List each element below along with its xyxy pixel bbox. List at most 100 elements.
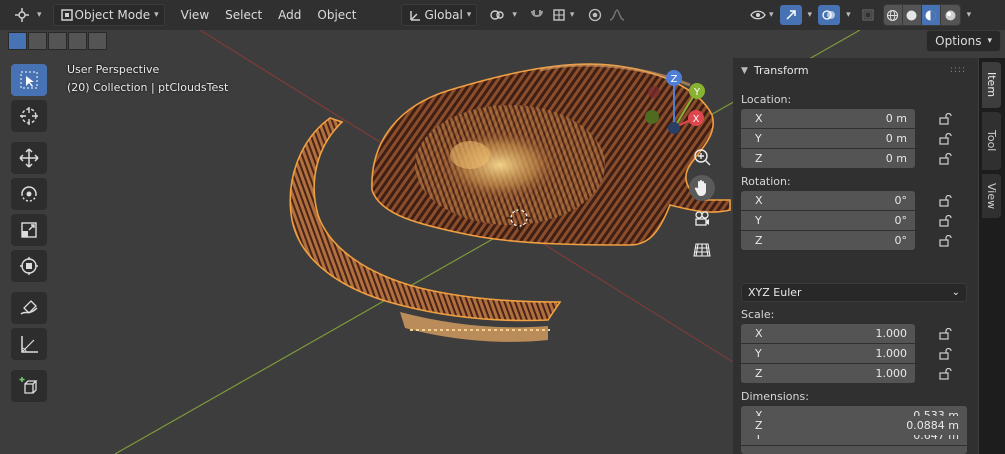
mode-select[interactable]: Object Mode ▾ (52, 4, 165, 26)
menu-add[interactable]: Add (270, 8, 309, 22)
editor-type-button[interactable]: ▾ (6, 4, 47, 26)
add-cube-tool[interactable] (11, 370, 47, 402)
measure-tool[interactable] (11, 328, 47, 360)
axis-label: Y (755, 214, 762, 227)
dimensions-z-field[interactable] (741, 446, 967, 454)
move-arrows-icon (19, 148, 39, 168)
orientation-icon (407, 5, 425, 25)
visibility-icon[interactable] (747, 5, 769, 25)
chevron-down-icon[interactable]: ▾ (967, 10, 972, 20)
wireframe-shading-icon[interactable] (883, 5, 903, 25)
lock-icon[interactable] (938, 214, 954, 228)
lock-icon[interactable] (938, 132, 954, 146)
pivot-icon (486, 5, 508, 25)
transform-title: Transform (753, 64, 809, 77)
dimensions-label: Dimensions: (741, 390, 809, 403)
snap-toggle-icon[interactable] (526, 5, 548, 25)
rotation-x-field[interactable]: X 0° (741, 191, 915, 210)
axis-label: X (755, 327, 763, 340)
menu-object[interactable]: Object (309, 8, 364, 22)
select-new-icon[interactable] (8, 32, 27, 50)
scale-y-field[interactable]: Y 1.000 (741, 344, 915, 363)
transform-tool[interactable] (11, 250, 47, 282)
lock-icon[interactable] (938, 347, 954, 361)
select-subtract-icon[interactable] (48, 32, 67, 50)
xray-toggle-icon[interactable] (857, 5, 879, 25)
scale-tool[interactable] (11, 214, 47, 246)
lock-icon[interactable] (938, 367, 954, 381)
pivot-point-select[interactable]: ▾ (481, 4, 522, 26)
gizmo-y-label: Y (693, 87, 701, 98)
proportional-editing-icon[interactable] (584, 5, 606, 25)
axis-label: X (755, 112, 763, 125)
cursor-arrow-icon (20, 71, 38, 89)
shading-mode-group (882, 4, 961, 26)
field-value: 1.000 (875, 347, 908, 360)
location-y-field[interactable]: Y 0 m (741, 129, 915, 148)
overlays-toggle-icon[interactable] (818, 5, 841, 25)
tab-view[interactable]: View (982, 174, 1001, 218)
transform-icon (20, 257, 38, 275)
chevron-down-icon[interactable]: ▾ (808, 10, 813, 20)
add-cube-icon (19, 377, 38, 394)
gizmo-toggle-icon[interactable] (779, 5, 802, 25)
solid-shading-icon[interactable] (902, 5, 922, 25)
options-button[interactable]: Options ▾ (926, 30, 1001, 52)
tab-tool[interactable]: Tool (982, 112, 1001, 170)
cursor-tool[interactable] (11, 100, 47, 132)
rotation-mode-label: XYZ Euler (748, 286, 802, 299)
annotate-tool[interactable] (11, 292, 47, 324)
transform-panel-header[interactable]: ▼ Transform (741, 64, 809, 77)
snap-target-icon[interactable] (548, 5, 570, 25)
select-box-tool[interactable] (11, 64, 47, 96)
scale-icon (21, 222, 37, 238)
dimensions-z-value-row[interactable]: Z 0.0884 m (741, 416, 967, 435)
menu-select[interactable]: Select (217, 8, 270, 22)
scale-x-field[interactable]: X 1.000 (741, 324, 915, 343)
camera-view-button[interactable] (689, 206, 715, 232)
chevron-down-icon: ▾ (466, 10, 472, 20)
field-value: 0 m (885, 152, 907, 165)
location-z-field[interactable]: Z 0 m (741, 149, 915, 168)
lock-icon[interactable] (938, 112, 954, 126)
lock-icon[interactable] (938, 152, 954, 166)
lock-icon[interactable] (938, 194, 954, 208)
chevron-down-icon[interactable]: ▾ (570, 10, 575, 20)
select-difference-icon[interactable] (68, 32, 87, 50)
axis-label: Z (755, 419, 763, 432)
chevron-down-icon[interactable]: ▾ (769, 10, 774, 20)
lock-icon[interactable] (938, 234, 954, 248)
drag-handle-icon[interactable]: :::: (950, 65, 966, 75)
rendered-shading-icon[interactable] (940, 5, 960, 25)
select-intersect-icon[interactable] (88, 32, 107, 50)
field-value: 0 m (885, 132, 907, 145)
tab-view-label: View (985, 182, 998, 210)
rotation-z-field[interactable]: Z 0° (741, 231, 915, 250)
material-preview-shading-icon[interactable] (921, 5, 941, 25)
menu-view[interactable]: View (173, 8, 217, 22)
rotation-y-field[interactable]: Y 0° (741, 211, 915, 230)
move-tool[interactable] (11, 142, 47, 174)
rotate-tool[interactable] (11, 178, 47, 210)
transform-orientation-select[interactable]: Global ▾ (400, 4, 478, 26)
rotate-icon (21, 186, 37, 202)
point-cloud-shell[interactable] (371, 63, 731, 246)
axis-label: Y (755, 132, 762, 145)
field-value: 1.000 (875, 327, 908, 340)
location-x-field[interactable]: X 0 m (741, 109, 915, 128)
axis-label: Z (755, 234, 763, 247)
rotation-label: Rotation: (741, 175, 791, 188)
ortho-toggle-button[interactable] (689, 236, 715, 262)
3d-viewport[interactable]: Z Y X Options ▾ User Perspective (20) Co… (0, 30, 1005, 454)
lock-icon[interactable] (938, 327, 954, 341)
hand-icon (694, 180, 706, 196)
select-extend-icon[interactable] (28, 32, 47, 50)
scale-z-field[interactable]: Z 1.000 (741, 364, 915, 383)
pan-button[interactable] (689, 175, 715, 201)
orientation-label: Global (424, 8, 463, 22)
rotation-mode-select[interactable]: XYZ Euler ⌄ (741, 283, 967, 302)
tab-item[interactable]: Item (982, 62, 1001, 108)
zoom-button[interactable] (689, 144, 715, 170)
falloff-curve-icon[interactable] (606, 5, 628, 25)
chevron-down-icon[interactable]: ▾ (846, 10, 851, 20)
